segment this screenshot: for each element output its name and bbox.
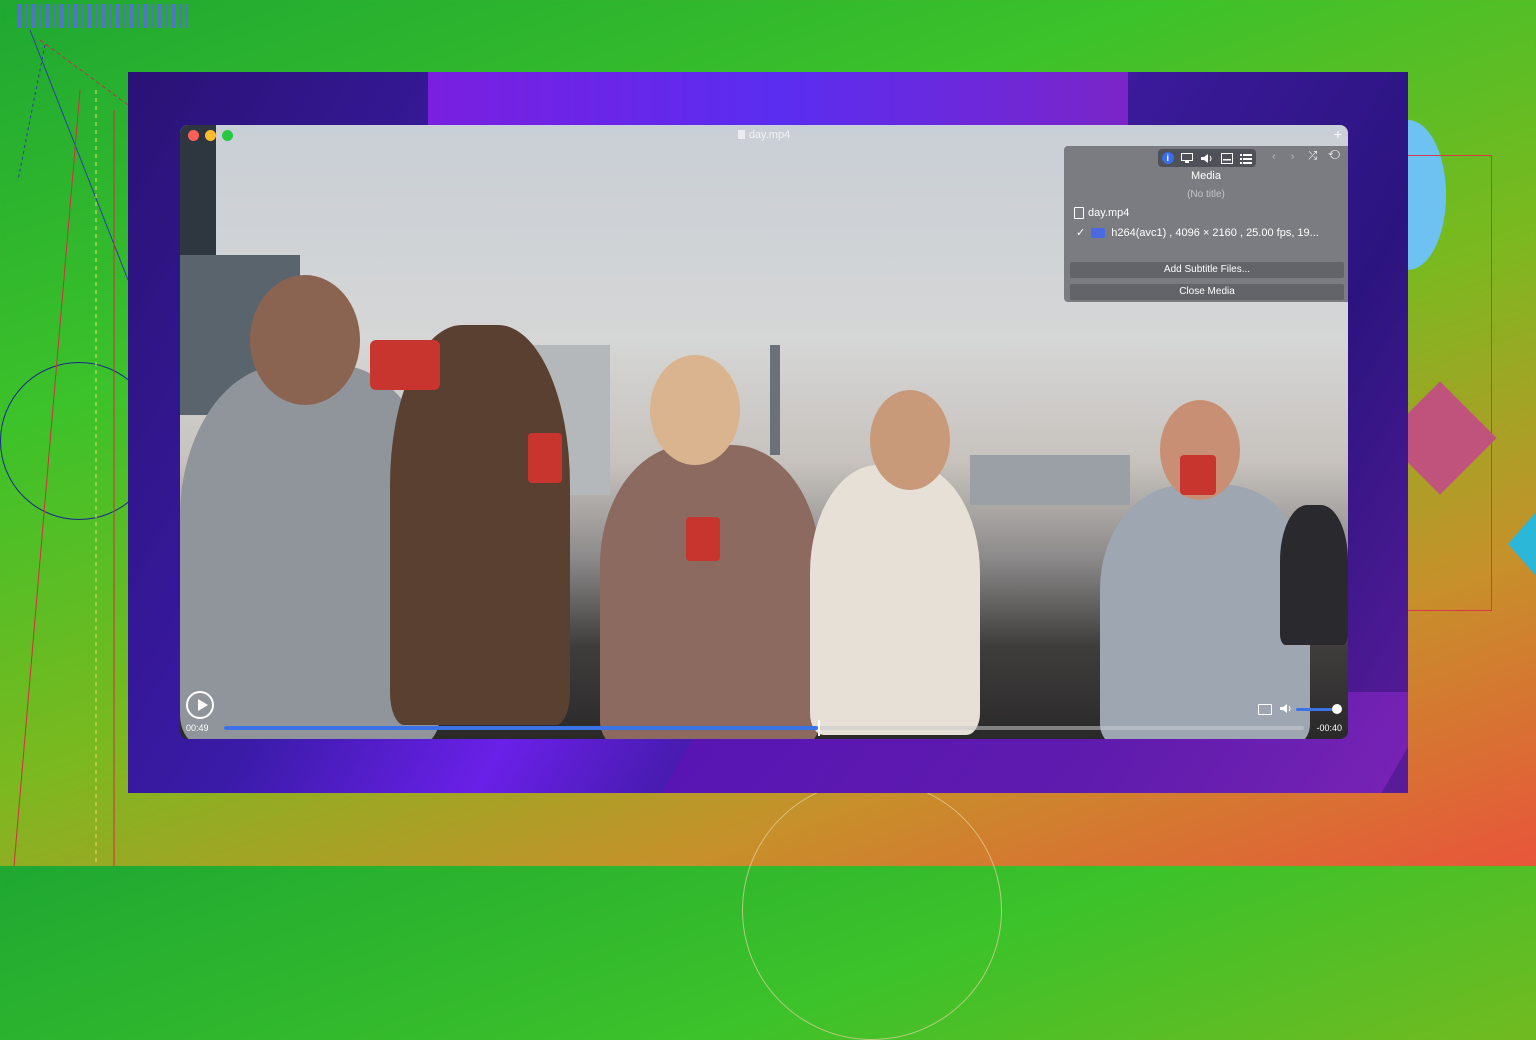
add-subtitle-button[interactable]: Add Subtitle Files... bbox=[1070, 262, 1344, 278]
media-file-row[interactable]: day.mp4 bbox=[1074, 207, 1129, 219]
person-shape bbox=[650, 355, 740, 465]
info-glyph: i bbox=[1161, 152, 1174, 164]
seek-bar[interactable] bbox=[224, 720, 1304, 736]
audio-icon[interactable] bbox=[1200, 152, 1214, 164]
playlist-icon[interactable] bbox=[1239, 152, 1253, 164]
display-icon[interactable] bbox=[1180, 152, 1194, 164]
document-icon bbox=[737, 130, 745, 139]
remaining-time: -00:40 bbox=[1316, 723, 1342, 733]
red-cup bbox=[528, 433, 562, 483]
decorative-arc bbox=[742, 780, 1002, 1040]
checkmark-icon: ✓ bbox=[1076, 227, 1086, 239]
media-info-panel: i ‹ › ⤮ ⟲ Media (No title) day.mp4 ✓ h26… bbox=[1064, 146, 1348, 302]
volume-slider[interactable] bbox=[1296, 704, 1342, 714]
info-icon[interactable]: i bbox=[1161, 152, 1175, 164]
seek-bar-fill bbox=[224, 726, 818, 730]
picture-in-picture-icon[interactable] bbox=[1258, 704, 1272, 715]
video-track-icon bbox=[1091, 227, 1106, 238]
media-file-name: day.mp4 bbox=[1088, 207, 1130, 219]
decorative-triangle bbox=[1508, 512, 1536, 576]
tower-shape bbox=[770, 345, 780, 455]
panel-tab-group: i bbox=[1158, 149, 1256, 167]
person-shape bbox=[1280, 505, 1348, 645]
person-shape bbox=[250, 275, 360, 405]
shuffle-repeat-icons[interactable]: ⤮ ⟲ bbox=[1308, 150, 1344, 163]
panel-toolbar: i ‹ › ⤮ ⟲ bbox=[1064, 148, 1348, 168]
volume-knob[interactable] bbox=[1332, 704, 1342, 714]
video-track-info: h264(avc1) , 4096 × 2160 , 25.00 fps, 19… bbox=[1111, 226, 1319, 239]
file-icon bbox=[1074, 207, 1084, 219]
building-shape bbox=[970, 455, 1130, 505]
window-title: day.mp4 bbox=[180, 129, 1348, 141]
person-shape bbox=[870, 390, 950, 490]
playback-controls: 00:49 -00:40 bbox=[180, 683, 1348, 739]
red-cup bbox=[1180, 455, 1216, 495]
video-player-window[interactable]: day.mp4 + i ‹ › ⤮ ⟲ Media (No title) day… bbox=[180, 125, 1348, 739]
video-track-row[interactable]: ✓ h264(avc1) , 4096 × 2160 , 25.00 fps, … bbox=[1076, 226, 1342, 240]
screenshot-frame: day.mp4 + i ‹ › ⤮ ⟲ Media (No title) day… bbox=[128, 72, 1408, 793]
panel-nav-arrows[interactable]: ‹ › bbox=[1272, 151, 1300, 163]
window-title-text: day.mp4 bbox=[748, 129, 791, 141]
title-bar: day.mp4 + bbox=[180, 125, 1348, 145]
panel-subheading: (No title) bbox=[1187, 189, 1225, 200]
subtitle-icon[interactable] bbox=[1220, 152, 1234, 164]
close-media-button[interactable]: Close Media bbox=[1070, 284, 1344, 300]
elapsed-time: 00:49 bbox=[186, 723, 209, 733]
seek-bar-knob[interactable] bbox=[818, 720, 820, 736]
panel-heading: Media bbox=[1191, 170, 1221, 182]
play-button[interactable] bbox=[186, 691, 214, 719]
volume-icon[interactable] bbox=[1280, 703, 1292, 717]
red-cup bbox=[686, 517, 720, 561]
new-tab-button[interactable]: + bbox=[1334, 126, 1342, 142]
decorative-lines bbox=[13, 29, 129, 866]
red-cup bbox=[370, 340, 440, 390]
